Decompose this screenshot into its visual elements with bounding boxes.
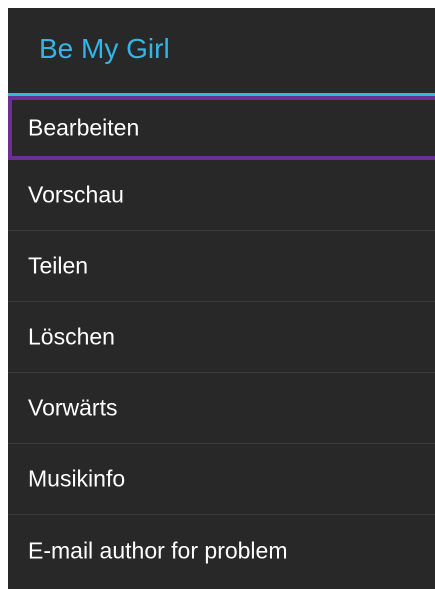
menu-item-label: Musikinfo [28,465,126,492]
menu-list: Bearbeiten Vorschau Teilen Löschen Vorwä… [8,96,435,586]
menu-item-email-author[interactable]: E-mail author for problem [8,515,435,586]
menu-item-label: Löschen [28,323,115,350]
menu-item-label: Vorwärts [28,394,118,421]
dialog-title: Be My Girl [39,33,170,64]
menu-item-label: Teilen [28,252,89,279]
menu-item-edit[interactable]: Bearbeiten [8,96,435,160]
menu-item-forward[interactable]: Vorwärts [8,373,435,444]
menu-item-music-info[interactable]: Musikinfo [8,444,435,515]
menu-item-delete[interactable]: Löschen [8,302,435,373]
menu-item-label: Bearbeiten [28,114,140,141]
dialog-header: Be My Girl [8,8,435,93]
menu-item-preview[interactable]: Vorschau [8,160,435,231]
context-menu-dialog: Be My Girl Bearbeiten Vorschau Teilen Lö… [8,8,435,589]
menu-item-share[interactable]: Teilen [8,231,435,302]
menu-item-label: Vorschau [28,181,124,208]
menu-item-label: E-mail author for problem [28,537,288,563]
